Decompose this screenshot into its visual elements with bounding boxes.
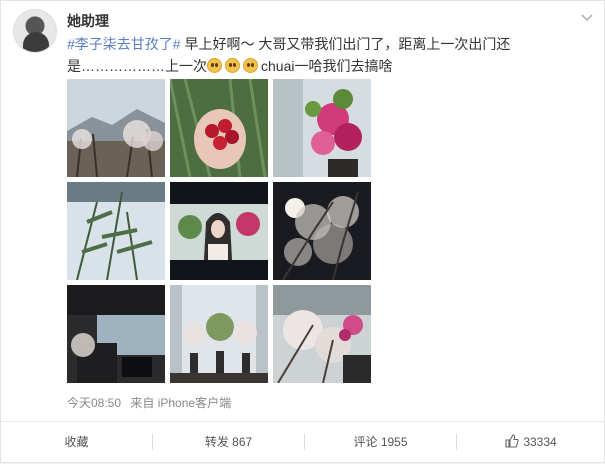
comment-button[interactable]: 评论 1955	[305, 422, 456, 462]
post-text: #李子柒去甘孜了# 早上好啊～ 大哥又带我们出门了，距离上一次出门还是………………	[67, 33, 587, 77]
post-text-tail: chuai一哈我们去搞啥	[261, 58, 393, 74]
repost-label: 转发 867	[204, 435, 253, 449]
photo-bamboo-window[interactable]	[67, 182, 165, 280]
cute-face-emoji	[243, 58, 258, 73]
action-bar: 收藏 转发 867 评论 1955 33334	[1, 422, 605, 462]
like-button[interactable]: 33334	[457, 422, 605, 462]
cute-face-emoji	[225, 58, 240, 73]
weibo-post-card: 她助理 #李子柒去甘孜了# 早上好啊～ 大哥又带我们出门了，距离上一次出门还是……	[0, 0, 605, 463]
photo-hand-cherries[interactable]	[170, 79, 268, 177]
photo-grid	[67, 79, 371, 383]
topic-link[interactable]: #李子柒去甘孜了#	[67, 36, 181, 52]
chevron-down-icon[interactable]	[579, 9, 595, 25]
username[interactable]: 她助理	[67, 11, 109, 31]
photo-mountain-blossom[interactable]	[67, 79, 165, 177]
post-time[interactable]: 今天08:50	[67, 396, 121, 410]
photo-night-blossom[interactable]	[273, 182, 371, 280]
post-meta: 今天08:50 来自 iPhone客户端	[67, 394, 237, 411]
photo-blossom-branches[interactable]	[273, 285, 371, 383]
post-source: 来自 iPhone客户端	[130, 396, 232, 410]
photo-flowers-window[interactable]	[170, 285, 268, 383]
favorite-button[interactable]: 收藏	[1, 422, 152, 462]
photo-girl-video[interactable]	[170, 182, 268, 280]
avatar[interactable]	[13, 9, 57, 53]
photo-office-room[interactable]	[67, 285, 165, 383]
comment-label: 评论 1955	[353, 435, 408, 449]
photo-pink-flowers[interactable]	[273, 79, 371, 177]
repost-button[interactable]: 转发 867	[153, 422, 304, 462]
cute-face-emoji	[207, 58, 222, 73]
favorite-label: 收藏	[64, 435, 89, 449]
like-count: 33334	[523, 435, 557, 449]
thumbs-up-icon	[505, 424, 520, 464]
